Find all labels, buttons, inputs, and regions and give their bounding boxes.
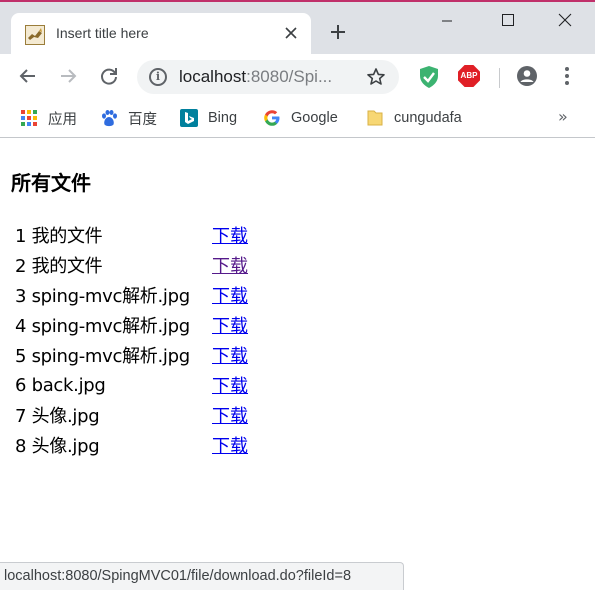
download-cell: 下载	[210, 400, 250, 430]
file-name: 我的文件	[31, 226, 103, 247]
download-cell: 下载	[210, 310, 250, 340]
page-content: 所有文件 1 我的文件 下载 2 我的文件 下载 3 sping-mvc解析.jpg 下载…	[0, 139, 595, 590]
bookmark-label: 百度	[128, 111, 157, 128]
file-name-cell: 8 头像.jpg	[13, 430, 210, 460]
address-url[interactable]: localhost:8080/Spi...	[179, 67, 364, 87]
download-cell: 下载	[210, 370, 250, 400]
file-id: 7	[15, 406, 27, 427]
close-icon[interactable]	[280, 23, 302, 45]
file-id: 6	[15, 374, 27, 396]
table-row: 7 头像.jpg 下载	[13, 400, 250, 430]
table-row: 8 头像.jpg 下载	[13, 430, 250, 460]
download-link[interactable]: 下载	[212, 316, 248, 337]
bookmark-label: 应用	[48, 111, 77, 128]
bookmark-apps[interactable]: 应用	[20, 106, 77, 130]
file-name-cell: 1 我的文件	[13, 220, 210, 250]
maximize-icon[interactable]	[493, 8, 523, 36]
download-link[interactable]: 下载	[212, 226, 248, 247]
browser-toolbar: i localhost:8080/Spi... ABP	[0, 54, 595, 100]
table-row: 4 sping-mvc解析.jpg 下载	[13, 310, 250, 340]
file-name: sping-mvc解析.jpg	[31, 346, 191, 367]
page-title: 所有文件	[11, 171, 91, 195]
download-cell: 下载	[210, 220, 250, 250]
table-row: 1 我的文件 下载	[13, 220, 250, 250]
download-link[interactable]: 下载	[212, 436, 248, 457]
account-icon[interactable]	[516, 65, 538, 87]
star-icon[interactable]	[366, 67, 386, 87]
file-id: 2	[15, 256, 27, 277]
baidu-paw-icon	[100, 109, 118, 127]
file-name: back.jpg	[31, 374, 106, 396]
bookmarks-overflow-chevron[interactable]: »	[558, 107, 568, 126]
download-cell: 下载	[210, 340, 250, 370]
table-row: 6 back.jpg 下载	[13, 370, 250, 400]
browser-tab[interactable]: Insert title here	[11, 13, 311, 56]
kebab-menu-icon[interactable]	[558, 65, 576, 87]
tomcat-icon	[25, 25, 45, 45]
file-name: sping-mvc解析.jpg	[31, 286, 191, 307]
file-id: 8	[15, 436, 27, 457]
folder-icon	[366, 109, 384, 127]
download-link[interactable]: 下载	[212, 256, 248, 277]
file-table: 1 我的文件 下载 2 我的文件 下载 3 sping-mvc解析.jpg 下载 4 spi…	[13, 220, 250, 460]
bookmark-label: Bing	[208, 110, 238, 126]
bookmark-google[interactable]: Google	[263, 106, 338, 130]
arrow-left-icon[interactable]	[16, 64, 40, 88]
minimize-icon[interactable]	[432, 8, 462, 36]
download-cell: 下载	[210, 430, 250, 460]
bookmark-baidu[interactable]: 百度	[100, 106, 157, 130]
reload-icon[interactable]	[97, 64, 121, 88]
table-row: 5 sping-mvc解析.jpg 下载	[13, 340, 250, 370]
file-name: sping-mvc解析.jpg	[31, 316, 191, 337]
file-name-cell: 4 sping-mvc解析.jpg	[13, 310, 210, 340]
file-name-cell: 6 back.jpg	[13, 370, 210, 400]
file-name-cell: 7 头像.jpg	[13, 400, 210, 430]
address-host: localhost	[179, 67, 247, 86]
info-icon[interactable]: i	[149, 68, 167, 86]
bookmark-bing[interactable]: Bing	[180, 106, 237, 130]
toolbar-divider	[499, 68, 500, 88]
apps-grid-icon	[20, 109, 38, 127]
file-id: 5	[15, 346, 27, 367]
download-link[interactable]: 下载	[212, 376, 248, 397]
google-icon	[263, 109, 281, 127]
shield-extension-icon[interactable]	[418, 65, 440, 89]
status-bar-url: localhost:8080/SpingMVC01/file/download.…	[0, 562, 404, 590]
adblock-plus-icon[interactable]: ABP	[458, 65, 480, 87]
bookmark-label: Google	[291, 110, 338, 126]
table-row: 3 sping-mvc解析.jpg 下载	[13, 280, 250, 310]
browser-titlebar: Insert title here	[0, 0, 595, 56]
file-name-cell: 2 我的文件	[13, 250, 210, 280]
bookmarks-bar: 应用 百度 Bing Google cungudafa »	[0, 100, 595, 138]
file-name: 头像.jpg	[31, 436, 100, 457]
table-row: 2 我的文件 下载	[13, 250, 250, 280]
download-cell: 下载	[210, 250, 250, 280]
download-link[interactable]: 下载	[212, 346, 248, 367]
bookmark-label: cungudafa	[394, 110, 462, 126]
file-id: 3	[15, 286, 27, 307]
file-id: 1	[15, 226, 27, 247]
plus-icon[interactable]	[326, 20, 350, 44]
file-name-cell: 3 sping-mvc解析.jpg	[13, 280, 210, 310]
arrow-right-icon[interactable]	[56, 64, 80, 88]
download-cell: 下载	[210, 280, 250, 310]
download-link[interactable]: 下载	[212, 406, 248, 427]
download-link[interactable]: 下载	[212, 286, 248, 307]
address-bar[interactable]: i localhost:8080/Spi...	[137, 60, 399, 94]
address-path: :8080/Spi...	[246, 67, 333, 86]
bing-icon	[180, 109, 198, 127]
file-name: 头像.jpg	[31, 406, 100, 427]
tab-title: Insert title here	[56, 25, 149, 41]
window-close-icon[interactable]	[550, 8, 580, 36]
file-id: 4	[15, 316, 27, 337]
file-name: 我的文件	[31, 256, 103, 277]
file-name-cell: 5 sping-mvc解析.jpg	[13, 340, 210, 370]
bookmark-folder-cungudafa[interactable]: cungudafa	[366, 106, 462, 130]
